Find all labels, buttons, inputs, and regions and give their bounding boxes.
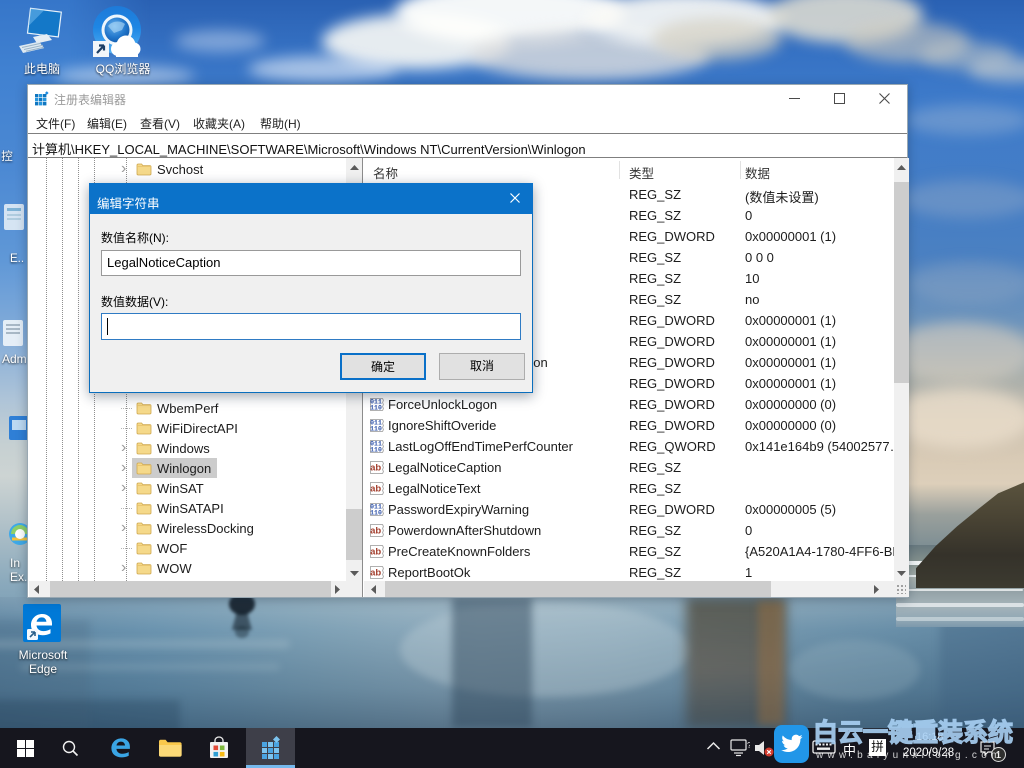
svg-text:110: 110	[370, 425, 382, 432]
svg-text:ab: ab	[370, 546, 381, 557]
svg-text:110: 110	[370, 446, 382, 453]
svg-text:ab: ab	[370, 483, 381, 494]
svg-text:ab: ab	[370, 567, 381, 578]
svg-text:ab: ab	[370, 525, 381, 536]
svg-text:ab: ab	[370, 462, 381, 473]
svg-text:110: 110	[370, 404, 382, 411]
svg-text:110: 110	[370, 509, 382, 516]
svg-text:?: ?	[747, 741, 750, 750]
